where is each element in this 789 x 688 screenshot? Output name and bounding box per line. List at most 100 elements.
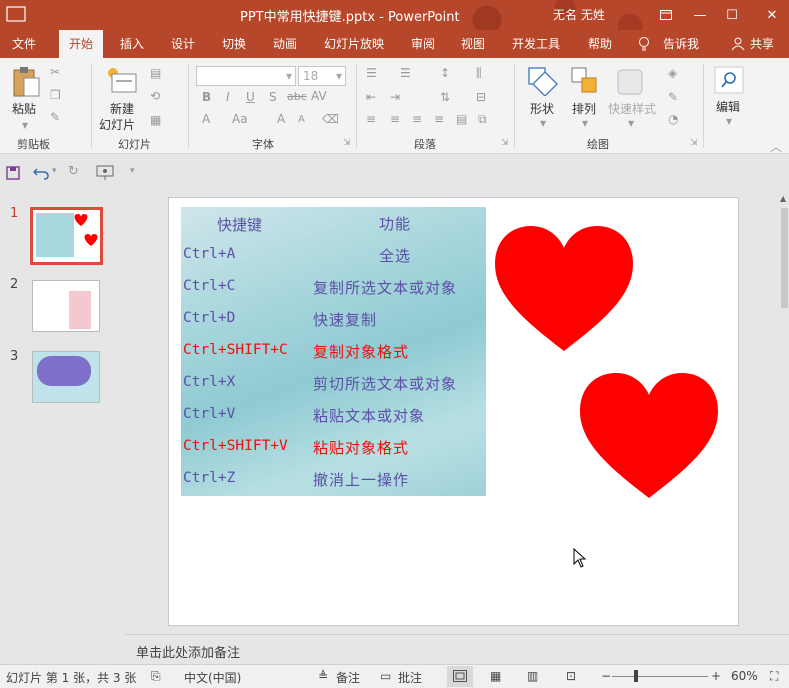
close-button[interactable]: ✕ [755,0,789,30]
chevron-down-icon[interactable]: ▾ [628,116,634,130]
tell-me-search[interactable]: 告诉我 [663,30,699,58]
font-dialog-launcher-icon[interactable]: ⇲ [343,138,351,148]
heart-shape-2[interactable] [580,373,718,499]
tab-view[interactable]: 视图 [461,30,485,58]
comments-icon[interactable]: ▭ [380,669,391,683]
tab-design[interactable]: 设计 [171,30,195,58]
bold-button[interactable]: B [202,90,211,104]
copy-icon[interactable]: ❐ [50,88,61,102]
underline-button[interactable]: U [246,90,255,104]
zoom-slider-thumb[interactable] [634,670,638,682]
notes-placeholder[interactable]: 单击此处添加备注 [136,642,240,661]
heart-shape-1[interactable] [495,226,633,352]
numbering-icon[interactable]: ☰ [400,66,411,80]
slide-sorter-icon[interactable]: ▦ [490,669,501,683]
arrange-icon[interactable] [570,66,600,96]
comments-label[interactable]: 批注 [398,669,422,686]
tab-file[interactable]: 文件 [12,30,36,58]
customize-qat-icon[interactable]: ▾ [130,166,135,176]
start-slideshow-icon[interactable] [96,165,114,181]
bullets-icon[interactable]: ☰ [366,66,377,80]
strikethrough-button[interactable]: abc [287,90,307,103]
layout-icon[interactable]: ▤ [150,66,161,80]
undo-dropdown-icon[interactable]: ▾ [52,166,57,176]
smartart-icon[interactable]: ⧉ [478,112,487,127]
italic-button[interactable]: I [226,90,230,104]
search-icon[interactable] [714,66,744,94]
new-slide-label-line1[interactable]: 新建 [110,100,134,117]
paragraph-dialog-launcher-icon[interactable]: ⇲ [501,138,509,148]
scroll-up-icon[interactable]: ▲ [780,194,786,203]
drawing-dialog-launcher-icon[interactable]: ⇲ [690,138,698,148]
maximize-button[interactable]: ☐ [715,0,749,30]
fit-to-window-icon[interactable]: ⛶ [770,669,778,684]
language-indicator[interactable]: 中文(中国) [184,669,241,686]
notes-pane[interactable]: 单击此处添加备注 [125,634,789,664]
new-slide-label-line2[interactable]: 幻灯片 [99,116,135,133]
zoom-in-button[interactable]: + [711,669,721,683]
scroll-thumb[interactable] [781,208,788,308]
slide-thumbnail-2[interactable] [32,280,100,332]
shapes-icon[interactable] [527,66,559,96]
shape-effects-icon[interactable]: ◔ [668,112,678,126]
font-size-combo[interactable]: 18 ▾ [298,66,346,86]
text-direction-icon[interactable]: ⇅ [440,90,450,104]
format-painter-icon[interactable]: ✎ [50,110,60,124]
zoom-level[interactable]: 60% [731,669,758,683]
tab-slideshow[interactable]: 幻灯片放映 [324,30,384,58]
paste-dropdown-icon[interactable]: ▾ [22,118,28,132]
quick-styles-icon[interactable] [616,68,646,96]
decrease-indent-icon[interactable]: ⇤ [366,90,376,104]
shape-outline-icon[interactable]: ✎ [668,90,678,104]
chevron-down-icon[interactable]: ▾ [540,116,546,130]
grow-font-button[interactable]: A [277,112,285,126]
shortcut-table[interactable]: 快捷键 功能 Ctrl+A 全选 Ctrl+C 复制所选文本或对象 Ctrl+D 快速复制… [181,207,486,496]
justify-icon[interactable]: ≡ [434,112,444,126]
paste-icon[interactable] [11,66,41,98]
cut-icon[interactable]: ✂ [50,65,60,79]
tab-home[interactable]: 开始 [59,30,104,58]
spell-check-icon[interactable]: ⎘ [151,669,161,684]
redo-icon[interactable]: ↻ [68,164,79,179]
notes-toggle-label[interactable]: 备注 [336,669,360,686]
increase-indent-icon[interactable]: ⇥ [390,90,400,104]
line-spacing-icon[interactable]: ↕ [440,66,450,80]
chevron-down-icon[interactable]: ▾ [582,116,588,130]
zoom-out-button[interactable]: − [601,669,611,683]
tab-help[interactable]: 帮助 [588,30,612,58]
align-center-icon[interactable]: ≡ [390,112,400,126]
distribute-icon[interactable]: ▤ [456,112,467,126]
normal-view-button[interactable] [447,666,473,687]
slideshow-view-icon[interactable]: ⊡ [566,669,576,683]
tab-developer[interactable]: 开发工具 [512,30,560,58]
save-icon[interactable] [6,166,20,180]
char-spacing-button[interactable]: AV [311,89,327,103]
new-slide-icon[interactable] [105,66,139,96]
shrink-font-button[interactable]: A [298,114,305,125]
quick-styles-label[interactable]: 快速样式 [608,100,656,117]
notes-toggle-icon[interactable]: ≜ [318,669,328,683]
tab-review[interactable]: 审阅 [411,30,435,58]
reading-view-icon[interactable]: ▥ [527,669,538,683]
collapse-ribbon-icon[interactable]: ︿ [770,138,782,155]
user-name[interactable]: 无名 无姓 [553,6,605,23]
ribbon-display-options-icon[interactable] [649,0,683,30]
reset-icon[interactable]: ⟲ [150,89,160,103]
shapes-button-label[interactable]: 形状 [530,100,554,117]
minimize-button[interactable]: — [683,0,717,30]
section-icon[interactable]: ▦ [150,113,161,127]
arrange-button-label[interactable]: 排列 [572,100,596,117]
zoom-slider-track[interactable] [612,676,708,677]
font-family-combo[interactable]: ▾ [196,66,296,86]
align-right-icon[interactable]: ≡ [412,112,422,126]
shape-fill-icon[interactable]: ◈ [668,66,677,80]
shadow-button[interactable]: S [269,90,277,104]
tab-animations[interactable]: 动画 [273,30,297,58]
columns-icon[interactable]: ⫼ [476,66,482,81]
slide-thumbnail-3[interactable] [32,351,100,403]
align-text-icon[interactable]: ⊟ [476,90,486,104]
font-color-button[interactable]: A [202,112,210,126]
slide-canvas[interactable]: 快捷键 功能 Ctrl+A 全选 Ctrl+C 复制所选文本或对象 Ctrl+D 快速复制… [168,197,739,626]
tab-transitions[interactable]: 切换 [222,30,246,58]
paste-button-label[interactable]: 粘贴 [12,100,36,117]
